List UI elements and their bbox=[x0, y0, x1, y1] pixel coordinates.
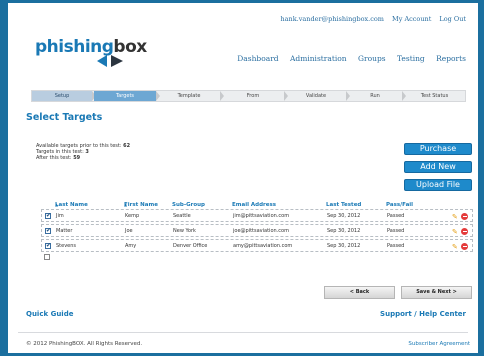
step-validate[interactable]: Validate bbox=[286, 91, 350, 101]
phishingbox-logo[interactable]: phishingbox bbox=[35, 37, 147, 67]
targets-count: 3 bbox=[85, 149, 89, 155]
purchase-targets-button[interactable]: Purchase Targets bbox=[404, 143, 472, 163]
available-count: 62 bbox=[123, 143, 131, 149]
pencil-icon[interactable]: ✎ bbox=[452, 213, 458, 221]
nav-groups[interactable]: Groups bbox=[358, 54, 386, 63]
col-pass-fail[interactable]: Pass/Fail bbox=[386, 202, 413, 208]
step-targets[interactable]: Targets bbox=[94, 91, 160, 101]
user-email-link[interactable]: hank.vander@phishingbox.com bbox=[280, 15, 384, 23]
col-email[interactable]: Email Address bbox=[232, 202, 276, 208]
after-count: 59 bbox=[73, 155, 81, 161]
nav-testing[interactable]: Testing bbox=[397, 54, 425, 63]
step-test-status[interactable]: Test Status bbox=[404, 91, 465, 101]
nav-dashboard[interactable]: Dashboard bbox=[237, 54, 278, 63]
subscriber-agreement-link[interactable]: Subscriber Agreement bbox=[408, 341, 470, 347]
target-summary: Available targets prior to this test: 62… bbox=[36, 143, 131, 161]
step-from[interactable]: From bbox=[222, 91, 288, 101]
page-title: Select Targets bbox=[26, 112, 103, 123]
delete-icon[interactable] bbox=[461, 243, 468, 250]
col-last-tested[interactable]: Last Tested bbox=[326, 202, 361, 208]
step-run[interactable]: Run bbox=[348, 91, 406, 101]
delete-icon[interactable] bbox=[461, 228, 468, 235]
save-next-button[interactable]: Save & Next > bbox=[401, 286, 472, 299]
top-links: hank.vander@phishingbox.com My Account L… bbox=[274, 15, 466, 23]
step-setup[interactable]: Setup bbox=[32, 91, 96, 101]
table-row[interactable]: ✔ Stevens Amy Denver Office amy@pittsavi… bbox=[41, 239, 473, 252]
pencil-icon[interactable]: ✎ bbox=[452, 228, 458, 236]
table-row[interactable]: ✔ Matter Joe New York joe@pittsaviation.… bbox=[41, 224, 473, 237]
main-nav: Dashboard Administration Groups Testing … bbox=[228, 54, 466, 63]
logout-link[interactable]: Log Out bbox=[439, 15, 466, 23]
add-new-button[interactable]: Add New bbox=[404, 161, 472, 173]
logo-text-box: box bbox=[113, 37, 147, 57]
checkbox-checked-icon[interactable]: ✔ bbox=[45, 213, 51, 219]
back-button[interactable]: < Back bbox=[324, 286, 395, 299]
col-first-name[interactable]: First Name ▲ bbox=[124, 202, 158, 208]
footer-divider bbox=[18, 332, 468, 333]
pencil-icon[interactable]: ✎ bbox=[452, 243, 458, 251]
checkbox-checked-icon[interactable]: ✔ bbox=[45, 243, 51, 249]
nav-administration[interactable]: Administration bbox=[290, 54, 347, 63]
select-all-checkbox[interactable] bbox=[44, 254, 50, 260]
upload-file-button[interactable]: Upload File bbox=[404, 179, 472, 191]
logo-text-phishing: phishing bbox=[35, 37, 114, 57]
step-template[interactable]: Template bbox=[158, 91, 224, 101]
quick-guide-link[interactable]: Quick Guide bbox=[26, 310, 73, 318]
step-progress-bar: Setup Targets Template From Validate Run… bbox=[31, 90, 466, 102]
nav-reports[interactable]: Reports bbox=[436, 54, 466, 63]
col-sub-group[interactable]: Sub-Group bbox=[172, 202, 205, 208]
delete-icon[interactable] bbox=[461, 213, 468, 220]
my-account-link[interactable]: My Account bbox=[392, 15, 431, 23]
support-link[interactable]: Support / Help Center bbox=[380, 310, 466, 318]
checkbox-checked-icon[interactable]: ✔ bbox=[45, 228, 51, 234]
table-row[interactable]: ✔ Jim Kemp Seattle jim@pittsaviation.com… bbox=[41, 209, 473, 222]
copyright-text: © 2012 PhishingBOX. All Rights Reserved. bbox=[26, 341, 143, 347]
app-frame: phishingbox hank.vander@phishingbox.com … bbox=[8, 3, 478, 353]
fish-logo-icon bbox=[97, 55, 123, 67]
col-last-name[interactable]: Last Name ▲ bbox=[55, 202, 88, 208]
